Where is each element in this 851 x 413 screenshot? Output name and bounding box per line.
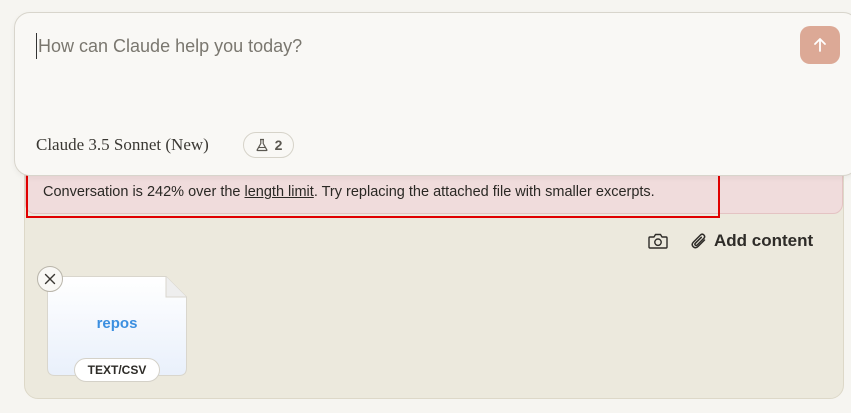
warning-message: Conversation is 242% over the length lim… [43,184,655,200]
close-icon [44,273,56,285]
paperclip-icon [691,233,706,249]
camera-icon [648,233,668,249]
screenshot-button[interactable] [646,229,670,253]
prompt-input[interactable] [36,33,778,59]
beta-features-chip[interactable]: 2 [243,132,294,158]
beta-count: 2 [274,137,283,153]
chat-input-page: Conversation is 242% over the length lim… [0,0,851,413]
arrow-up-icon [814,38,826,52]
warning-text-after: . Try replacing the attached file with s… [313,184,655,200]
attachment-file-card[interactable]: repos TEXT/CSV [47,276,187,382]
file-type-badge: TEXT/CSV [74,358,160,382]
file-name: repos [96,315,138,332]
send-button[interactable] [800,26,840,64]
flask-icon [256,138,268,152]
length-limit-link[interactable]: length limit [245,184,314,200]
model-selector[interactable]: Claude 3.5 Sonnet (New) [36,135,209,155]
remove-attachment-button[interactable] [37,266,63,292]
warning-text-before: Conversation is 242% over the [43,184,245,200]
add-content-label: Add content [714,231,814,250]
add-content-button[interactable]: Add content [690,229,813,253]
